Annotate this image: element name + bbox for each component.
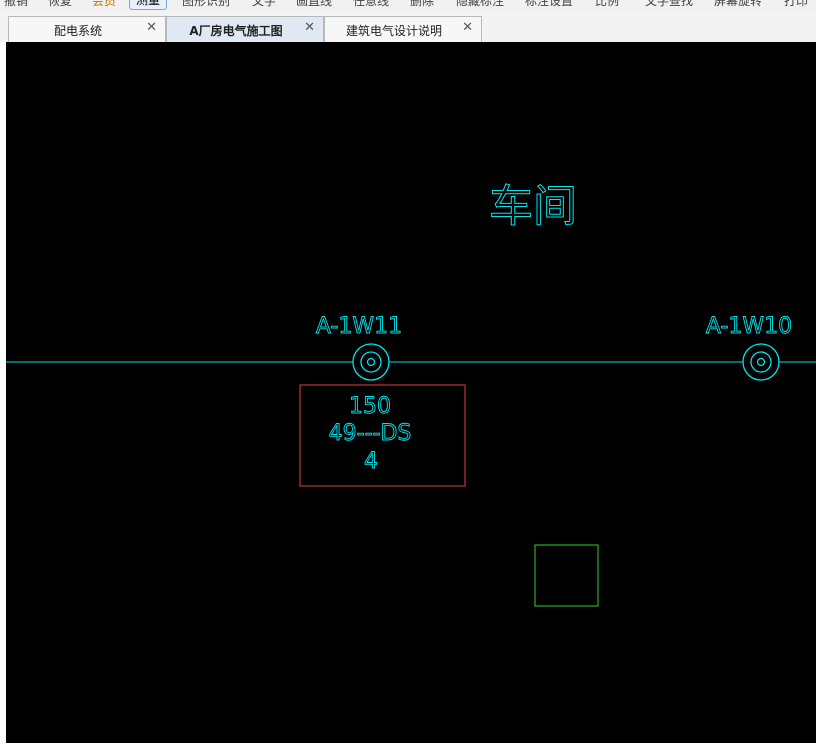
selection-square[interactable] <box>534 544 599 607</box>
find-text-button[interactable]: 文字查找 <box>645 0 693 9</box>
tab-factory-electrical-drawing[interactable]: A厂房电气施工图 ✕ <box>166 16 324 42</box>
document-tab-bar: 配电系统 ✕ A厂房电气施工图 ✕ 建筑电气设计说明 ✕ <box>0 12 816 43</box>
close-icon[interactable]: ✕ <box>146 20 157 35</box>
close-icon[interactable]: ✕ <box>462 20 473 35</box>
freeform-line-button[interactable]: 任意线 <box>353 0 389 9</box>
tab-label: 建筑电气设计说明 <box>345 24 442 38</box>
tab-label: 配电系统 <box>53 24 102 38</box>
undo-button[interactable]: 撤销 <box>4 0 28 9</box>
member-button[interactable]: 会员 <box>92 0 116 9</box>
light-fixture-icon-right[interactable] <box>742 343 780 381</box>
toolbar: 撤销 恢复 会员 测量 图形识别 文字 画直线 任意线 删除 隐藏标注 标注设置… <box>0 0 816 12</box>
annotation-line-1: 150 <box>349 394 391 419</box>
rotate-screen-button[interactable]: 屏幕旋转 <box>714 0 762 9</box>
tab-label: A厂房电气施工图 <box>189 24 283 38</box>
scale-button[interactable]: 比例 <box>595 0 619 9</box>
print-button[interactable]: 打印 <box>784 0 808 9</box>
shape-recognition-button[interactable]: 图形识别 <box>182 0 230 9</box>
close-icon[interactable]: ✕ <box>304 20 315 35</box>
annotation-line-3: 4 <box>364 449 378 474</box>
drawing-canvas[interactable]: 车间 A-1W11 A-1W10 150 49---DS 4 <box>6 42 816 743</box>
redo-button[interactable]: 恢复 <box>48 0 72 9</box>
measure-button[interactable]: 测量 <box>129 0 168 10</box>
text-button[interactable]: 文字 <box>252 0 276 9</box>
draw-line-button[interactable]: 画直线 <box>296 0 332 9</box>
tab-distribution-system[interactable]: 配电系统 ✕ <box>8 16 166 42</box>
tab-electrical-design-notes[interactable]: 建筑电气设计说明 ✕ <box>324 16 482 42</box>
light-fixture-icon-left[interactable] <box>352 343 390 381</box>
hide-annotation-button[interactable]: 隐藏标注 <box>456 0 504 9</box>
cad-drawing[interactable]: 车间 A-1W11 A-1W10 150 49---DS 4 <box>6 42 816 743</box>
annotation-settings-button[interactable]: 标注设置 <box>525 0 573 9</box>
fixture-label-right: A-1W10 <box>706 314 792 339</box>
delete-button[interactable]: 删除 <box>410 0 434 9</box>
annotation-line-2: 49---DS <box>329 421 412 446</box>
room-label: 车间 <box>489 181 577 232</box>
fixture-label-left: A-1W11 <box>316 314 402 339</box>
